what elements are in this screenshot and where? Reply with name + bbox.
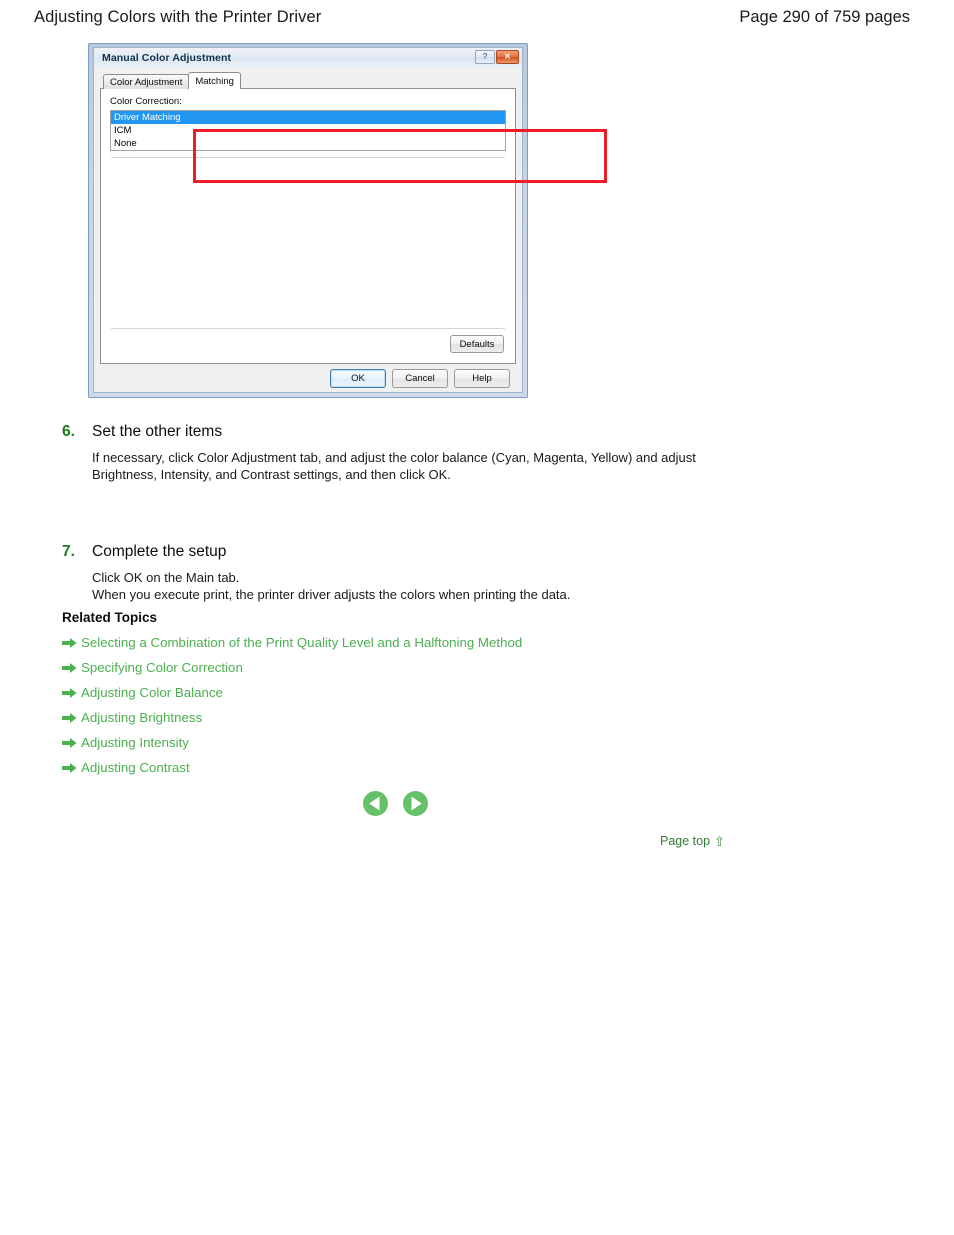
listbox-item-none[interactable]: None [111,137,505,150]
dialog-title: Manual Color Adjustment [102,51,232,64]
step-7-heading: 7. Complete the setup [62,543,782,561]
arrow-up-icon: ⇧ [714,833,725,849]
ok-button[interactable]: OK [330,368,386,388]
cancel-button[interactable]: Cancel [392,368,448,388]
help-icon[interactable]: ? [475,50,495,64]
tab-color-adjustment[interactable]: Color Adjustment [103,74,190,89]
related-topics-title: Related Topics [62,610,158,625]
close-icon[interactable]: ✕ [496,50,519,64]
related-link-halftoning-method[interactable]: Selecting a Combination of the Print Qua… [81,635,522,650]
color-correction-listbox[interactable]: Driver Matching ICM None [110,109,506,151]
related-topic-item[interactable]: Selecting a Combination of the Print Qua… [62,635,762,650]
arrow-right-icon [62,662,77,674]
related-topic-item[interactable]: Adjusting Color Balance [62,685,762,700]
related-link-adjusting-color-balance[interactable]: Adjusting Color Balance [81,685,223,700]
related-topic-item[interactable]: Adjusting Brightness [62,710,762,725]
step-7-body-line1: Click OK on the Main tab. [92,570,240,585]
caption-buttons: ? ✕ [475,50,519,64]
page-top-label: Page top [660,834,711,848]
arrow-right-icon [62,637,77,649]
tab-strip: Color Adjustment Matching [100,72,516,89]
related-topic-item[interactable]: Adjusting Intensity [62,735,762,750]
tab-page-matching: Color Correction: Driver Matching ICM No… [100,88,516,364]
listbox-item-driver-matching[interactable]: Driver Matching [111,110,505,124]
dialog-window-inner: Manual Color Adjustment ? ✕ Color Adjust… [93,47,523,393]
tab-matching[interactable]: Matching [188,72,241,89]
defaults-button[interactable]: Defaults [450,335,504,353]
page-top-link[interactable]: Page top ⇧ [660,834,725,848]
page-number-indicator: Page 290 of 759 pages [739,7,910,26]
related-topic-item[interactable]: Adjusting Contrast [62,760,762,775]
related-link-adjusting-intensity[interactable]: Adjusting Intensity [81,735,189,750]
arrow-right-icon [62,762,77,774]
step-7-body-line2: When you execute print, the printer driv… [92,587,571,602]
related-topic-item[interactable]: Specifying Color Correction [62,660,762,675]
arrow-right-icon [62,712,77,724]
manual-color-adjustment-dialog: Manual Color Adjustment ? ✕ Color Adjust… [88,43,607,398]
arrow-right-icon [62,737,77,749]
defaults-row: Defaults [110,329,506,357]
page-title: Adjusting Colors with the Printer Driver [34,7,322,26]
next-page-icon[interactable] [402,790,429,817]
step-6: 6. Set the other items If necessary, cli… [62,423,782,483]
step-7-title: Complete the setup [92,543,227,560]
related-link-specifying-color-correction[interactable]: Specifying Color Correction [81,660,243,675]
steps-list: 6. Set the other items If necessary, cli… [62,423,782,629]
dialog-titlebar: Manual Color Adjustment ? ✕ [94,48,522,67]
arrow-right-icon [62,687,77,699]
related-link-adjusting-brightness[interactable]: Adjusting Brightness [81,710,202,725]
step-7-body: Click OK on the Main tab. When you execu… [92,569,732,603]
related-link-adjusting-contrast[interactable]: Adjusting Contrast [81,760,190,775]
step-7-number: 7. [62,543,75,560]
listbox-item-icm[interactable]: ICM [111,124,505,137]
dialog-window-frame: Manual Color Adjustment ? ✕ Color Adjust… [88,43,528,398]
dialog-body: Color Adjustment Matching Color Correcti… [94,67,522,392]
step-6-heading: 6. Set the other items [62,423,782,441]
dialog-footer: OK Cancel Help [100,364,516,392]
step-6-number: 6. [62,423,75,440]
page-header: Adjusting Colors with the Printer Driver… [0,0,954,34]
related-topics-section: Related Topics Selecting a Combination o… [62,610,762,785]
step-6-body: If necessary, click Color Adjustment tab… [92,450,696,482]
previous-page-icon[interactable] [362,790,389,817]
step-6-title: Set the other items [92,423,223,440]
step-7: 7. Complete the setup Click OK on the Ma… [62,543,782,603]
color-correction-label: Color Correction: [110,96,182,107]
page-navigation [362,790,429,817]
help-button[interactable]: Help [454,368,510,388]
tab-page-empty-area [110,158,506,329]
